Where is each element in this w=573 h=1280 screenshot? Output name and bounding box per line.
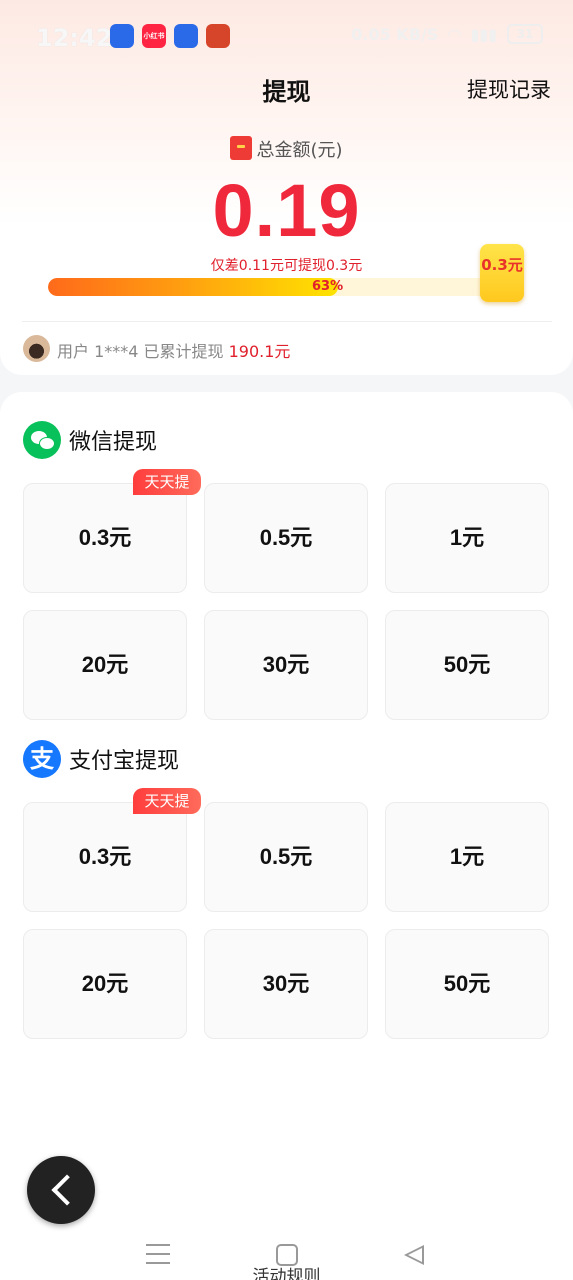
- wechat-option-30[interactable]: 30元: [204, 610, 368, 720]
- alipay-option-1[interactable]: 1元: [385, 802, 549, 912]
- goal-amount-label: 0.3元: [481, 256, 523, 274]
- avatar: [23, 335, 50, 362]
- alipay-option-30[interactable]: 30元: [204, 929, 368, 1039]
- status-app-icons: 小红书: [110, 24, 230, 48]
- alipay-option-50[interactable]: 50元: [385, 929, 549, 1039]
- withdraw-record-link[interactable]: 提现记录: [467, 74, 551, 104]
- battery-icon: 31: [507, 24, 543, 44]
- alipay-option-0-5[interactable]: 0.5元: [204, 802, 368, 912]
- user-withdraw-info: 用户 1***4 已累计提现 190.1元: [57, 338, 290, 362]
- wechat-option-1[interactable]: 1元: [385, 483, 549, 593]
- daily-withdraw-badge: 天天提: [133, 469, 201, 495]
- wechat-option-0-5[interactable]: 0.5元: [204, 483, 368, 593]
- progress-bar-fill: [48, 278, 338, 296]
- progress-percent-label: 63%: [312, 279, 344, 294]
- user-withdraw-prefix: 用户 1***4 已累计提现: [57, 342, 229, 361]
- total-amount-label-text: 总金额(元): [256, 140, 343, 161]
- daily-withdraw-badge: 天天提: [133, 788, 201, 814]
- back-button[interactable]: [27, 1156, 95, 1224]
- wechat-option-20[interactable]: 20元: [23, 610, 187, 720]
- status-time: 12:42: [36, 24, 113, 52]
- wechat-section-header: 微信提现: [23, 421, 157, 459]
- menu-icon[interactable]: [146, 1244, 170, 1264]
- alipay-icon: 支: [23, 740, 61, 778]
- wechat-icon: [23, 421, 61, 459]
- red-envelope-icon: [230, 136, 253, 160]
- activity-rules-link[interactable]: 活动规则: [0, 1262, 573, 1280]
- status-indicators: 0.05 KB/S ◠ ▮▮▮ 31: [351, 24, 543, 44]
- baidu-app-icon: [110, 24, 134, 48]
- wechat-section-title: 微信提现: [69, 430, 158, 455]
- alipay-option-0-3[interactable]: 0.3元: [23, 802, 187, 912]
- network-speed: 0.05 KB/S: [351, 24, 439, 44]
- wechat-option-0-3[interactable]: 0.3元: [23, 483, 187, 593]
- total-amount-label: 总金额(元): [0, 136, 573, 162]
- xiaohongshu-app-icon: 小红书: [142, 24, 166, 48]
- status-bar: 12:42 小红书 0.05 KB/S ◠ ▮▮▮ 31: [0, 0, 573, 74]
- total-amount-value: 0.19: [212, 169, 361, 252]
- browser-app-icon: [174, 24, 198, 48]
- wechat-option-50[interactable]: 50元: [385, 610, 549, 720]
- wifi-icon: ◠: [448, 24, 461, 44]
- game-app-icon: [206, 24, 230, 48]
- divider: [22, 321, 552, 322]
- signal-icon: ▮▮▮: [470, 24, 497, 44]
- alipay-option-20[interactable]: 20元: [23, 929, 187, 1039]
- progress-bar: [48, 278, 508, 296]
- alipay-section-header: 支 支付宝提现: [23, 740, 179, 778]
- alipay-section-title: 支付宝提现: [69, 749, 180, 774]
- user-withdraw-amount: 190.1元: [228, 342, 291, 361]
